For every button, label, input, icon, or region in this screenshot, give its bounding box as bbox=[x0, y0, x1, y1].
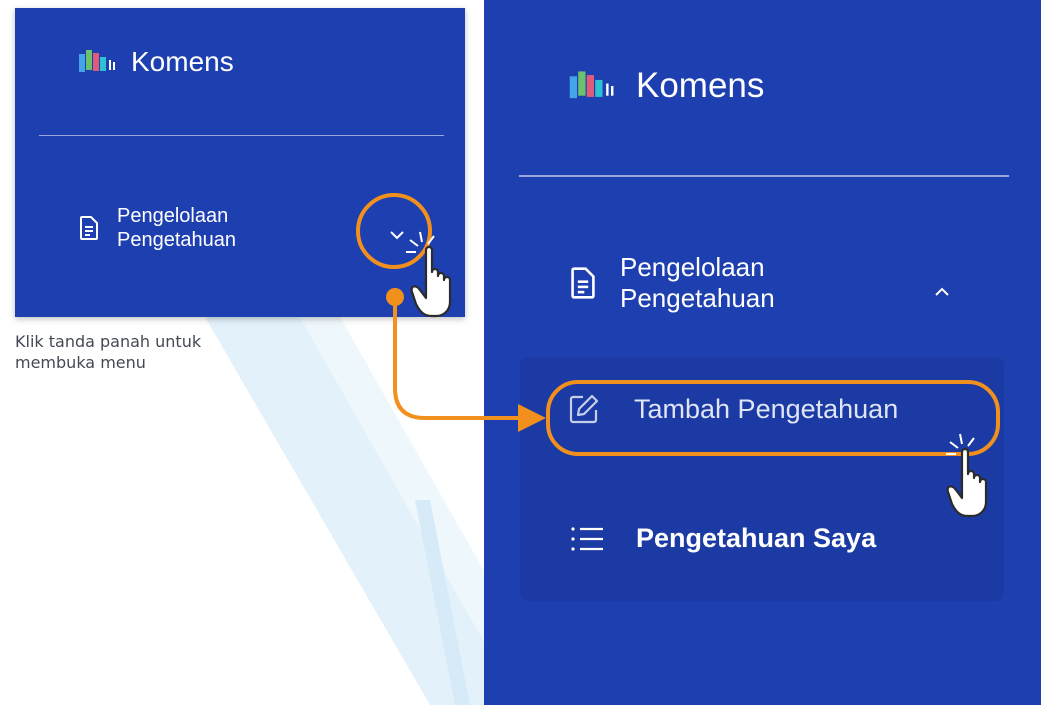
edit-icon bbox=[569, 394, 599, 424]
divider bbox=[519, 175, 1009, 177]
brand: Komens bbox=[566, 66, 764, 106]
document-icon bbox=[571, 267, 595, 299]
caption-line2: membuka menu bbox=[15, 353, 146, 372]
instruction-caption: Klik tanda panah untuk membuka menu bbox=[15, 331, 275, 373]
submenu: Tambah Pengetahuan Pengetahuan Saya bbox=[520, 357, 1004, 601]
submenu-item-pengetahuan-saya[interactable]: Pengetahuan Saya bbox=[570, 523, 876, 554]
caption-line1: Klik tanda panah untuk bbox=[15, 332, 202, 351]
document-icon bbox=[80, 216, 98, 240]
menu-pengelolaan-pengetahuan[interactable]: Pengelolaan Pengetahuan bbox=[79, 204, 236, 252]
submenu-label: Tambah Pengetahuan bbox=[634, 393, 899, 424]
sidebar-after: Komens Pengelolaan Pengetahuan Tambah Pe… bbox=[484, 0, 1041, 705]
menu-pengelolaan-pengetahuan[interactable]: Pengelolaan Pengetahuan bbox=[570, 252, 775, 314]
menu-label-line1: Pengelolaan bbox=[117, 205, 229, 227]
sidebar-before: Komens Pengelolaan Pengetahuan bbox=[15, 8, 465, 317]
brand-name: Komens bbox=[636, 66, 765, 105]
chevron-up-icon[interactable] bbox=[930, 280, 954, 304]
submenu-item-tambah-pengetahuan[interactable]: Tambah Pengetahuan bbox=[568, 393, 898, 425]
list-icon bbox=[571, 526, 603, 551]
brand-name: Komens bbox=[131, 46, 234, 77]
chevron-down-icon[interactable] bbox=[385, 223, 409, 247]
brand: Komens bbox=[77, 46, 234, 78]
komens-logo-icon bbox=[79, 50, 115, 72]
menu-label-line1: Pengelolaan bbox=[620, 252, 765, 282]
komens-logo-icon bbox=[569, 71, 614, 99]
menu-label-line2: Pengetahuan bbox=[117, 229, 237, 251]
menu-label-line2: Pengetahuan bbox=[620, 283, 775, 314]
submenu-label: Pengetahuan Saya bbox=[636, 523, 877, 553]
divider bbox=[39, 135, 444, 136]
